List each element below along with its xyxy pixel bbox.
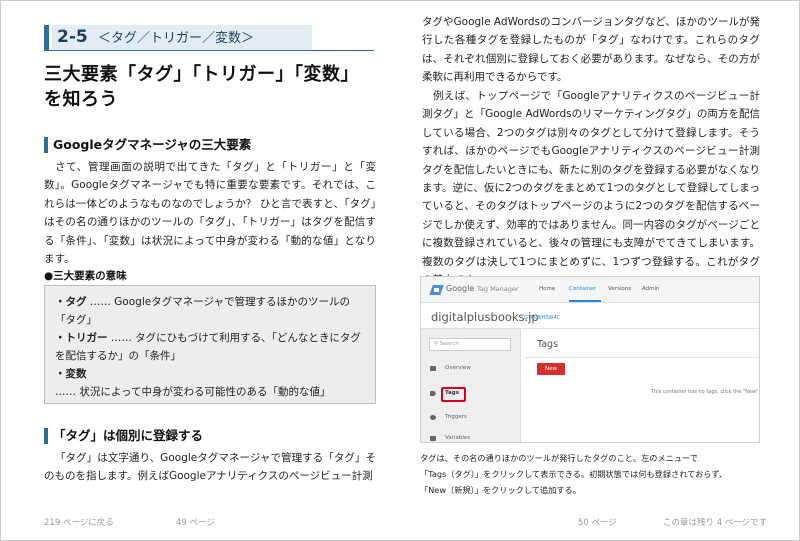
gtm-nav-admin[interactable]: Admin <box>642 286 660 292</box>
tags-highlight-box <box>441 387 466 402</box>
subheading-three-elements: Googleタグマネージャの三大要素 <box>44 137 374 153</box>
gtm-account-name: digitalplusbooks.jp <box>431 310 539 324</box>
gtm-header: Google Tag Manager Home Container Versio… <box>421 277 759 303</box>
caption-line: 「New（新規）」をクリックして追加する。 <box>420 485 581 495</box>
example-paragraph: 例えば、トップページで「Googleアナリティクスのページビュー計測タグ」と「G… <box>422 90 760 286</box>
figure-caption: タグは、その名の通りほかのツールが発行したタグのこと。左のメニューで 「Tags… <box>420 450 760 498</box>
subheading-bar <box>44 428 48 444</box>
subheading-text: Googleタグマネージャの三大要素 <box>53 137 252 152</box>
gtm-container-id: GTM-WHSW4C <box>524 315 561 321</box>
section-bar <box>44 25 49 50</box>
overview-icon <box>430 366 436 371</box>
sidebar-label: Overview <box>445 365 471 371</box>
gtm-empty-message: This container has no tags, click the "N… <box>651 389 759 395</box>
section-header: 2-5 ＜タグ／トリガー／変数＞ <box>44 24 374 51</box>
page-title: 三大要素「タグ」「トリガー」「変数」を知ろう <box>44 64 359 110</box>
chapter-remaining: この章は残り 4 ページです <box>663 518 768 528</box>
gtm-search-input[interactable]: ⚲ Search <box>429 338 511 351</box>
gtm-nav-home[interactable]: Home <box>539 286 555 292</box>
section-title: ＜タグ／トリガー／変数＞ <box>98 31 255 46</box>
gtm-nav-versions[interactable]: Versions <box>608 286 631 292</box>
caption-line: 「Tags（タグ）」をクリックして表示できる。初期状態では何も登録されておらず、 <box>420 469 728 479</box>
gtm-logo-icon <box>429 285 444 295</box>
tags-paragraph: 「タグ」は文字通り、Googleタグマネージャで管理する「タグ」そのものを指しま… <box>44 452 376 483</box>
trigger-icon <box>430 415 436 420</box>
gtm-sidebar-item-tags[interactable]: Tags <box>421 385 521 403</box>
caption-line: タグは、その名の通りほかのツールが発行したタグのこと。左のメニューで <box>420 453 698 463</box>
subheading-text: 「タグ」は個別に登録する <box>53 428 204 443</box>
subheading-tags-individual: 「タグ」は個別に登録する <box>44 428 374 444</box>
definition-box: ・タグ …… Googleタグマネージャで管理するほかのツールの「タグ」 ・トリ… <box>44 285 376 404</box>
page-number: 49 ページ <box>176 518 215 528</box>
gtm-new-button[interactable]: New <box>537 363 565 375</box>
variable-icon <box>430 436 436 441</box>
gtm-sidebar-item-overview[interactable]: Overview <box>421 360 521 378</box>
gtm-nav-container[interactable]: Container <box>569 286 596 292</box>
left-page: 2-5 ＜タグ／トリガー／変数＞ 三大要素「タグ」「トリガー」「変数」を知ろう … <box>0 0 400 541</box>
gtm-screenshot: Google Tag Manager Home Container Versio… <box>420 276 760 443</box>
definition-trigger: ・トリガー …… タグにひもづけて利用する、「どんなときにタグを配信するか」の「… <box>55 332 361 362</box>
sidebar-label: Variables <box>445 435 471 441</box>
definition-tag: ・タグ …… Googleタグマネージャで管理するほかのツールの「タグ」 <box>55 296 350 326</box>
gtm-tags-title: Tags <box>537 339 559 350</box>
continued-paragraph: タグやGoogle AdWordsのコンバージョンタグなど、ほかのツールが発行し… <box>422 16 760 84</box>
gtm-sidebar-item-variables[interactable]: Variables <box>421 430 521 442</box>
definition-variable: ・変数 …… 状況によって中身が変わる可能性のある「動的な値」 <box>55 368 331 398</box>
page-number: 50 ページ <box>578 518 617 528</box>
gtm-product-label: Tag Manager <box>477 285 519 293</box>
section-number: 2-5 <box>57 27 88 47</box>
gtm-sidebar: ⚲ Search Overview Tags Triggers Variable… <box>421 329 521 442</box>
gtm-google-label: Google <box>446 284 475 293</box>
gtm-main-divider <box>525 357 759 358</box>
right-page: タグやGoogle AdWordsのコンバージョンタグなど、ほかのツールが発行し… <box>400 0 800 541</box>
gtm-active-tab-indicator <box>569 300 601 302</box>
subheading-bar <box>44 137 48 153</box>
bullet-heading: ●三大要素の意味 <box>44 270 127 282</box>
gtm-sidebar-item-triggers[interactable]: Triggers <box>421 409 521 427</box>
sidebar-label: Triggers <box>445 414 467 420</box>
tag-icon <box>430 391 436 396</box>
intro-paragraph: さて、管理画面の説明で出てきた「タグ」と「トリガー」と「変数」。Googleタグ… <box>44 161 376 266</box>
back-link[interactable]: 219 ページに戻る <box>44 516 114 528</box>
